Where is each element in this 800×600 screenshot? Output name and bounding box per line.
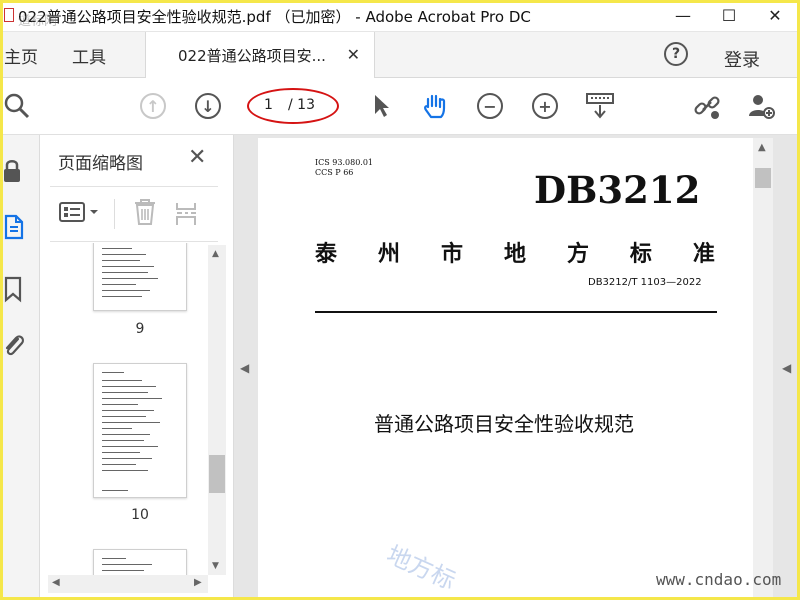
scroll-right-arrow[interactable]: ▶ [194, 577, 202, 588]
thumbnail-page-10[interactable] [93, 363, 187, 498]
thumbnail-label: 10 [131, 507, 149, 523]
toolbar: ↑ ↓ − + [0, 79, 800, 135]
cut-icon[interactable] [174, 197, 200, 231]
scroll-up-arrow[interactable]: ▲ [758, 142, 766, 153]
keyboard-scroll-icon[interactable] [585, 91, 615, 121]
document-scrollbar[interactable]: ▲ [753, 138, 773, 600]
annotation-ellipse [247, 88, 339, 124]
maximize-button[interactable]: ☐ [706, 0, 752, 30]
attachment-icon[interactable] [2, 331, 26, 359]
thumbnail-page-9[interactable] [93, 243, 187, 311]
document-title: 普通公路项目安全性验收规范 [374, 412, 634, 436]
page-watermark: 地方标 [382, 540, 460, 596]
hand-tool-icon[interactable] [420, 91, 450, 121]
collapse-right-arrow[interactable]: ◀ [782, 361, 791, 375]
panel-divider [50, 186, 218, 187]
help-icon[interactable]: ? [664, 42, 688, 66]
toolbar-divider [114, 199, 115, 229]
tab-tools[interactable]: 工具 [72, 32, 106, 78]
standard-id: DB3212 [534, 168, 701, 212]
scrollbar-thumb[interactable] [209, 455, 225, 493]
scrollbar-thumb[interactable] [755, 168, 771, 188]
scroll-up-arrow[interactable]: ▲ [212, 249, 219, 259]
pdf-page: ICS 93.080.01 CCS P 66 DB3212 泰 州 市 地 方 … [258, 138, 753, 600]
prev-page-icon[interactable]: ↑ [138, 91, 168, 121]
panel-title: 页面缩略图 [58, 154, 143, 174]
scroll-left-arrow[interactable]: ◀ [52, 577, 60, 588]
title-bar: 022普通公路项目安全性验收规范.pdf （已加密） - Adobe Acrob… [0, 0, 800, 32]
thumbnail-list: 9 10 [40, 243, 208, 575]
standard-type: 泰 州 市 地 方 标 准 [315, 241, 715, 267]
zoom-out-icon[interactable]: − [475, 91, 505, 121]
zoom-in-icon[interactable]: + [530, 91, 560, 121]
minimize-button[interactable]: — [660, 0, 706, 30]
navigation-rail [0, 135, 40, 600]
tab-home[interactable]: 主页 [4, 32, 38, 78]
search-icon[interactable] [2, 91, 32, 121]
thumbnail-scrollbar[interactable]: ▲ ▼ [208, 245, 226, 575]
share-link-icon[interactable] [692, 91, 722, 121]
scroll-down-arrow[interactable]: ▼ [212, 561, 219, 571]
thumbnail-options-icon[interactable] [58, 201, 100, 227]
corner-watermark: 道标网 [18, 14, 58, 29]
acrobat-app-icon [4, 8, 14, 22]
next-page-icon[interactable]: ↓ [193, 91, 223, 121]
close-window-button[interactable]: ✕ [752, 0, 798, 30]
tab-document-label: 022普通公路项目安... [178, 46, 326, 65]
thumbnail-hscrollbar[interactable]: ◀ ▶ [48, 575, 208, 593]
bookmark-icon[interactable] [2, 275, 26, 303]
delete-icon[interactable] [132, 197, 158, 231]
site-watermark: www.cndao.com [656, 570, 782, 589]
panel-close-icon[interactable]: ✕ [188, 145, 206, 170]
select-cursor-icon[interactable] [366, 91, 396, 121]
tab-close-icon[interactable]: ✕ [347, 45, 360, 64]
thumbnail-page-11[interactable] [93, 549, 187, 575]
standard-code: DB3212/T 1103—2022 [588, 277, 702, 288]
thumbnail-label: 9 [135, 321, 145, 337]
panel-divider [50, 241, 218, 242]
pages-icon[interactable] [2, 213, 26, 241]
window-title: 022普通公路项目安全性验收规范.pdf （已加密） - Adobe Acrob… [18, 8, 531, 26]
ics-code: ICS 93.080.01 CCS P 66 [315, 158, 374, 177]
tab-document[interactable]: 022普通公路项目安... ✕ [145, 32, 375, 78]
header-rule [315, 311, 717, 313]
collapse-left-arrow[interactable]: ◀ [240, 361, 249, 375]
login-button[interactable]: 登录 [724, 46, 760, 72]
add-user-icon[interactable] [746, 91, 776, 121]
lock-icon[interactable] [2, 157, 26, 185]
page-thumbnails-panel: 页面缩略图 ✕ 9 10 ▲ ▼ ◀ ▶ [40, 135, 234, 600]
